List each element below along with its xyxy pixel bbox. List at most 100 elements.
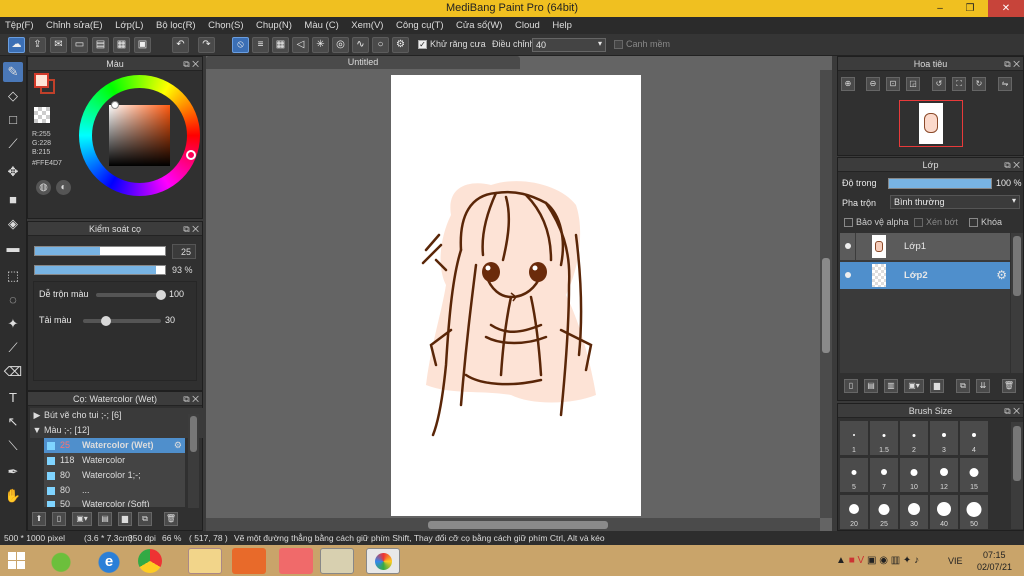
lock-checkbox[interactable]: [969, 218, 978, 228]
palette-icon[interactable]: ◍: [36, 180, 51, 195]
add-brush-icon[interactable]: ⬆: [32, 512, 46, 526]
radial-snap-icon[interactable]: ◁: [292, 37, 309, 53]
brush-size-cell[interactable]: 5: [840, 458, 868, 492]
brush-size-cell[interactable]: 2: [900, 421, 928, 455]
snap-off-icon[interactable]: ⦸: [232, 37, 249, 53]
snap-checkbox[interactable]: [614, 40, 623, 50]
cloud-icon[interactable]: ☁: [8, 37, 25, 53]
fullscreen-icon[interactable]: ⛶: [952, 77, 966, 91]
new-halftone-layer-icon[interactable]: ▤: [864, 379, 878, 393]
palette-edit-icon[interactable]: ◐: [56, 180, 71, 195]
share-icon[interactable]: ⇪: [29, 37, 46, 53]
delete-layer-icon[interactable]: 🗑: [1002, 379, 1016, 393]
brush-size-cell[interactable]: 40: [930, 495, 958, 529]
comment-icon[interactable]: ▭: [71, 37, 88, 53]
panel-controls-icon[interactable]: ⧉ ✕: [1004, 57, 1020, 71]
brush-size-cell[interactable]: 20: [840, 495, 868, 529]
navigator-viewport[interactable]: [899, 100, 963, 147]
merge-layer-icon[interactable]: ⇊: [976, 379, 990, 393]
menu-view[interactable]: Xem(V): [346, 17, 388, 34]
hand-tool-icon[interactable]: ✋: [3, 486, 23, 506]
menu-window[interactable]: Cửa sổ(W): [451, 17, 507, 34]
brush-size-scrollbar[interactable]: [1011, 422, 1023, 529]
new-8bit-layer-icon[interactable]: ▥: [884, 379, 898, 393]
fill-rect-tool-icon[interactable]: ■: [3, 190, 23, 210]
brush-list-item[interactable]: 50 Watercolor (Soft): [44, 498, 185, 507]
brush-list-scrollbar[interactable]: [188, 414, 199, 508]
primary-color-swatch[interactable]: [34, 73, 49, 88]
menu-layer[interactable]: Lớp(L): [110, 17, 148, 34]
brush-size-cell[interactable]: 15: [960, 458, 988, 492]
panel-icon[interactable]: ▣: [134, 37, 151, 53]
folder-icon[interactable]: ▆: [930, 379, 944, 393]
select-pen-icon[interactable]: ⟋: [3, 338, 23, 358]
brush-size-cell[interactable]: 1.5: [870, 421, 898, 455]
canvas-tab[interactable]: Untitled: [206, 56, 520, 69]
office-app-icon[interactable]: [232, 548, 266, 574]
brush-size-cell[interactable]: 7: [870, 458, 898, 492]
minimize-button[interactable]: –: [928, 0, 952, 17]
settings-icon[interactable]: ⚙: [392, 37, 409, 53]
hue-wheel[interactable]: [79, 75, 200, 196]
panel-controls-icon[interactable]: ⧉ ✕: [1004, 404, 1020, 418]
menu-file[interactable]: Tệp(F): [0, 17, 39, 34]
blend-slider-knob[interactable]: [156, 290, 166, 300]
language-indicator[interactable]: VIE: [948, 556, 963, 566]
undo-icon[interactable]: ↶: [172, 37, 189, 53]
eraser-tool-icon[interactable]: ◇: [3, 86, 23, 106]
page-icon[interactable]: ▤: [92, 37, 109, 53]
eye-icon[interactable]: [845, 243, 851, 249]
panel-controls-icon[interactable]: ⧉ ✕: [1004, 158, 1020, 172]
eye-icon[interactable]: [845, 272, 851, 278]
medibang-active-icon[interactable]: [366, 548, 400, 574]
duplicate-layer-icon[interactable]: ⧉: [956, 379, 970, 393]
clipping-checkbox[interactable]: [914, 218, 923, 228]
rect-tool-icon[interactable]: □: [3, 110, 23, 130]
bucket-tool-icon[interactable]: ◈: [3, 214, 23, 234]
blend-slider[interactable]: [96, 290, 166, 300]
brush-size-bar[interactable]: [34, 246, 166, 256]
layer-row[interactable]: Lớp1: [840, 233, 1010, 260]
layer-row[interactable]: Lớp2 ⚙: [840, 262, 1010, 289]
menu-edit[interactable]: Chỉnh sửa(E): [41, 17, 108, 34]
brush-size-value[interactable]: 25: [172, 244, 196, 259]
grid-snap-icon[interactable]: ▦: [272, 37, 289, 53]
rotate-right-icon[interactable]: ↻: [972, 77, 986, 91]
layer-menu-icon[interactable]: ▣▾: [904, 379, 924, 393]
flip-icon[interactable]: ⇋: [998, 77, 1012, 91]
ie-icon[interactable]: e: [92, 548, 126, 574]
antialias-checkbox[interactable]: ✓: [418, 40, 427, 50]
redo-icon[interactable]: ↷: [198, 37, 215, 53]
brush-list-item[interactable]: 80 Watercolor 1;-;: [44, 468, 185, 483]
curve-snap-icon[interactable]: ∿: [352, 37, 369, 53]
transparent-swatch[interactable]: [34, 107, 50, 123]
saturation-square[interactable]: [109, 105, 170, 166]
bluestacks-icon[interactable]: [44, 548, 78, 574]
brush-size-cell[interactable]: 10: [900, 458, 928, 492]
brush-list-item[interactable]: 80...: [44, 483, 185, 498]
load-slider[interactable]: [83, 316, 161, 326]
menu-select[interactable]: Chọn(S): [203, 17, 248, 34]
brush-menu-icon[interactable]: ▣▾: [72, 512, 92, 526]
tray-icons[interactable]: ▲ ■ V ▣ ◉ ▥ ✦ ♪: [836, 555, 919, 566]
brush-size-cell[interactable]: 3: [930, 421, 958, 455]
gear-icon[interactable]: ⚙: [996, 268, 1007, 282]
panel-controls-icon[interactable]: ⧉ ✕: [183, 222, 199, 236]
move-tool-icon[interactable]: ✥: [3, 162, 23, 182]
trash-icon[interactable]: 🗑: [164, 512, 178, 526]
chat-icon[interactable]: ✉: [50, 37, 67, 53]
brush-size-cell[interactable]: 12: [930, 458, 958, 492]
layer-scrollbar[interactable]: [1011, 233, 1023, 373]
brush-size-cell[interactable]: 25: [870, 495, 898, 529]
folder-icon[interactable]: ▆: [118, 512, 132, 526]
zoom-out-icon[interactable]: ⊖: [866, 77, 880, 91]
layer-opacity-bar[interactable]: [888, 178, 992, 189]
select-tool-icon[interactable]: ⬚: [3, 266, 23, 286]
horizontal-scrollbar[interactable]: [206, 518, 820, 531]
focus-snap-icon[interactable]: ✳: [312, 37, 329, 53]
menu-tools[interactable]: Công cụ(T): [391, 17, 449, 34]
clock-date[interactable]: 02/07/21: [977, 562, 1012, 572]
brush-size-cell[interactable]: 30: [900, 495, 928, 529]
zoom-in-icon[interactable]: ⊕: [841, 77, 855, 91]
blend-mode-select[interactable]: Bình thường ▾: [890, 195, 1020, 209]
